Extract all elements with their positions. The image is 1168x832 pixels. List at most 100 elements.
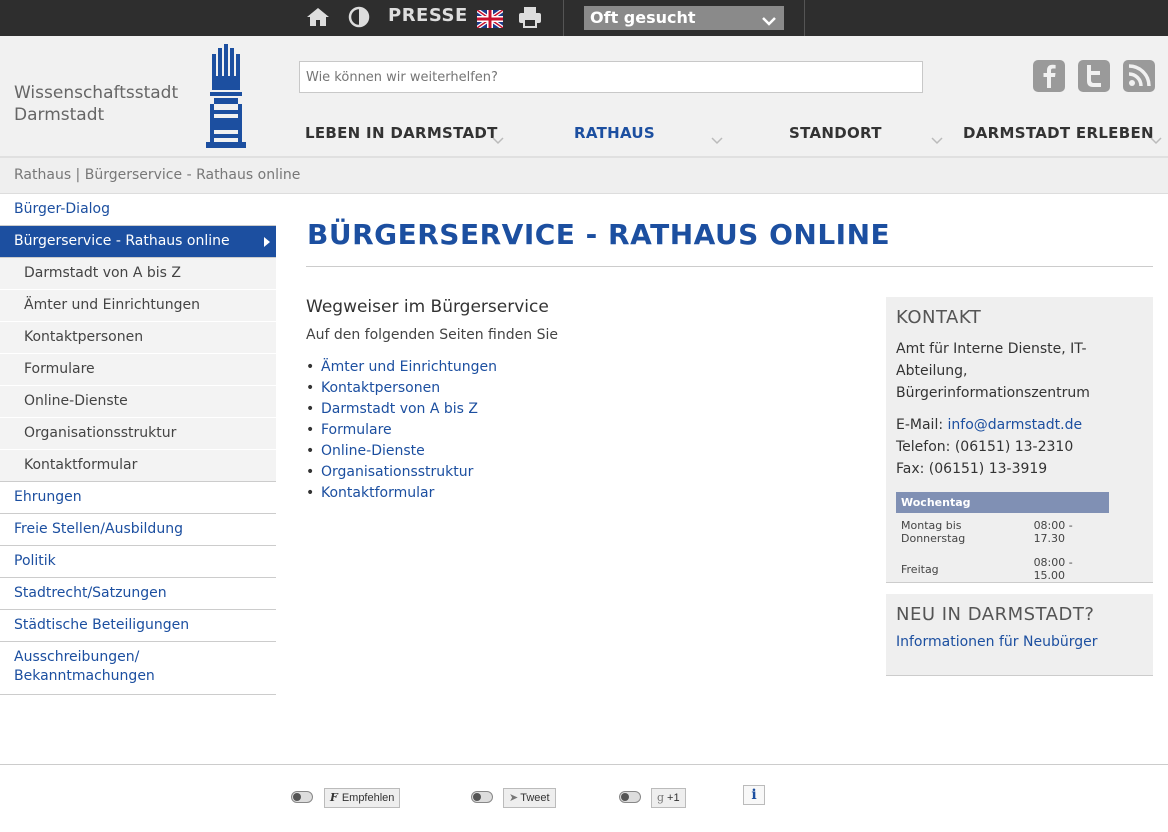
sidebar-subitem-kontaktformular[interactable]: Kontaktformular [0, 450, 276, 482]
sidebar-item-politik[interactable]: Politik [0, 546, 276, 578]
hours-time: 08:00 - 15.00 [1033, 556, 1073, 582]
link-kontaktpersonen[interactable]: Kontaktpersonen [321, 380, 440, 396]
facebook-f-icon: F [330, 791, 338, 804]
sidebar-item-ehrungen[interactable]: Ehrungen [0, 482, 276, 514]
contact-fax: Fax: (06151) 13-3919 [896, 461, 1048, 477]
hours-day: Montag bis Donnerstag [901, 519, 966, 545]
facebook-toggle[interactable] [291, 791, 313, 803]
logo-text[interactable]: Wissenschaftsstadt Darmstadt [14, 82, 178, 126]
chevron-down-icon [762, 11, 776, 30]
opening-hours-table: Wochentag Montag bis Donnerstag 08:00 - … [896, 492, 1109, 587]
presse-link[interactable]: PRESSE [388, 5, 468, 26]
gplus-button[interactable]: g +1 [651, 788, 686, 808]
sidebar-subitem-organisationsstruktur[interactable]: Organisationsstruktur [0, 418, 276, 450]
contact-box: KONTAKT Amt für Interne Dienste, IT-Abte… [886, 297, 1153, 583]
list-item: • Ämter und Einrichtungen [306, 359, 498, 375]
twitter-bird-icon: ➤ [509, 792, 519, 804]
logo-line1: Wissenschaftsstadt [14, 83, 179, 103]
page-title: BÜRGERSERVICE - RATHAUS ONLINE [307, 218, 891, 251]
title-divider [306, 266, 1153, 267]
nav-leben-in-darmstadt[interactable]: LEBEN IN DARMSTADT [305, 124, 498, 142]
link-aemter[interactable]: Ämter und Einrichtungen [321, 359, 497, 375]
sidebar-subitem-a-bis-z[interactable]: Darmstadt von A bis Z [0, 258, 276, 290]
uk-flag-icon[interactable] [477, 8, 503, 30]
topbar-divider [563, 0, 564, 36]
chevron-down-icon [492, 130, 504, 149]
contact-phone: Telefon: (06151) 13-2310 [896, 439, 1074, 455]
sidebar-subitem-online-dienste[interactable]: Online-Dienste [0, 386, 276, 418]
facebook-icon[interactable] [1033, 60, 1065, 92]
link-kontaktformular[interactable]: Kontaktformular [321, 485, 434, 501]
breadcrumb-text[interactable]: Rathaus | Bürgerservice - Rathaus online [14, 167, 300, 183]
facebook-recommend-button[interactable]: F Empfehlen [324, 788, 401, 808]
hochzeitsturm-logo-icon[interactable] [206, 44, 246, 152]
sidebar-subitem-kontaktpersonen[interactable]: Kontaktpersonen [0, 322, 276, 354]
hours-time: 08:00 - 17.30 [1033, 519, 1073, 545]
topbar-divider [804, 0, 805, 36]
breadcrumb: Rathaus | Bürgerservice - Rathaus online [0, 158, 1168, 194]
nav-rathaus[interactable]: RATHAUS [574, 124, 655, 142]
top-bar: PRESSE Oft gesucht [0, 0, 1168, 36]
list-item: • Darmstadt von A bis Z [306, 401, 479, 417]
section-heading: Wegweiser im Bürgerservice [306, 297, 549, 317]
sidebar-item-buerger-dialog[interactable]: Bürger-Dialog [0, 194, 276, 226]
chevron-down-icon [931, 130, 943, 149]
twitter-icon[interactable] [1078, 60, 1110, 92]
empfehlen-label: Empfehlen [341, 792, 395, 804]
table-row: Freitag 08:00 - 15.00 [896, 550, 1109, 587]
sidebar-subitem-formulare[interactable]: Formulare [0, 354, 276, 386]
sidebar-item-ausschreibungen[interactable]: Ausschreibungen/ Bekanntmachungen [0, 642, 276, 695]
contact-org: Amt für Interne Dienste, IT-Abteilung, B… [896, 341, 1090, 401]
link-list: • Ämter und Einrichtungen • Kontaktpersone… [306, 357, 497, 504]
link-organisationsstruktur[interactable]: Organisationsstruktur [321, 464, 473, 480]
table-row: Montag bis Donnerstag 08:00 - 17.30 [896, 513, 1109, 550]
list-item: • Formulare [306, 422, 392, 438]
site-header: Wissenschaftsstadt Darmstadt Wie können … [0, 36, 1168, 158]
chevron-down-icon [711, 130, 723, 149]
tweet-label: Tweet [520, 792, 550, 804]
contrast-icon[interactable] [348, 6, 370, 28]
gplus-toggle[interactable] [619, 791, 641, 803]
twitter-toggle[interactable] [471, 791, 493, 803]
google-icon: g [657, 791, 665, 804]
caret-right-icon [264, 237, 270, 247]
link-a-bis-z[interactable]: Darmstadt von A bis Z [321, 401, 478, 417]
neu-in-darmstadt-box: NEU IN DARMSTADT? Informationen für Neub… [886, 594, 1153, 676]
intro-text: Auf den folgenden Seiten finden Sie [306, 327, 558, 343]
home-icon[interactable] [306, 6, 330, 28]
neu-heading: NEU IN DARMSTADT? [896, 604, 1095, 625]
list-item: • Organisationsstruktur [306, 464, 474, 480]
list-item: • Kontaktpersonen [306, 380, 441, 396]
list-item: • Kontaktformular [306, 485, 435, 501]
nav-darmstadt-erleben[interactable]: DARMSTADT ERLEBEN [963, 124, 1154, 142]
nav-standort[interactable]: STANDORT [789, 124, 882, 142]
email-link[interactable]: info@darmstadt.de [948, 417, 1083, 433]
chevron-down-icon [1150, 130, 1162, 149]
select-value: Oft gesucht [590, 8, 696, 27]
hours-day: Freitag [901, 562, 939, 576]
oft-gesucht-select[interactable]: Oft gesucht [584, 6, 784, 30]
email-label: E-Mail: [896, 417, 948, 433]
link-online-dienste[interactable]: Online-Dienste [321, 443, 425, 459]
footer-social-bar: F Empfehlen ➤ Tweet g +1 i [0, 764, 1168, 832]
print-icon[interactable] [518, 6, 542, 28]
neubuerger-link[interactable]: Informationen für Neubürger [896, 634, 1097, 650]
contact-email-line: E-Mail: info@darmstadt.de [896, 414, 1143, 436]
sidebar-item-label: Bürgerservice - Rathaus online [14, 233, 230, 249]
sidebar-subitem-aemter[interactable]: Ämter und Einrichtungen [0, 290, 276, 322]
hours-header: Wochentag [896, 492, 1109, 513]
sidebar-item-freie-stellen[interactable]: Freie Stellen/Ausbildung [0, 514, 276, 546]
sidebar-item-stadtrecht[interactable]: Stadtrecht/Satzungen [0, 578, 276, 610]
search-input[interactable] [299, 61, 923, 93]
info-button[interactable]: i [743, 785, 765, 805]
contact-heading: KONTAKT [896, 307, 982, 328]
sidebar-item-buergerservice[interactable]: Bürgerservice - Rathaus online [0, 226, 276, 258]
rss-icon[interactable] [1123, 60, 1155, 92]
sidebar: Bürger-Dialog Bürgerservice - Rathaus on… [0, 194, 276, 695]
gplus-label: +1 [667, 792, 680, 804]
link-formulare[interactable]: Formulare [321, 422, 392, 438]
sidebar-item-beteiligungen[interactable]: Städtische Beteiligungen [0, 610, 276, 642]
tweet-button[interactable]: ➤ Tweet [503, 788, 556, 808]
logo-line2: Darmstadt [14, 105, 105, 125]
list-item: • Online-Dienste [306, 443, 425, 459]
